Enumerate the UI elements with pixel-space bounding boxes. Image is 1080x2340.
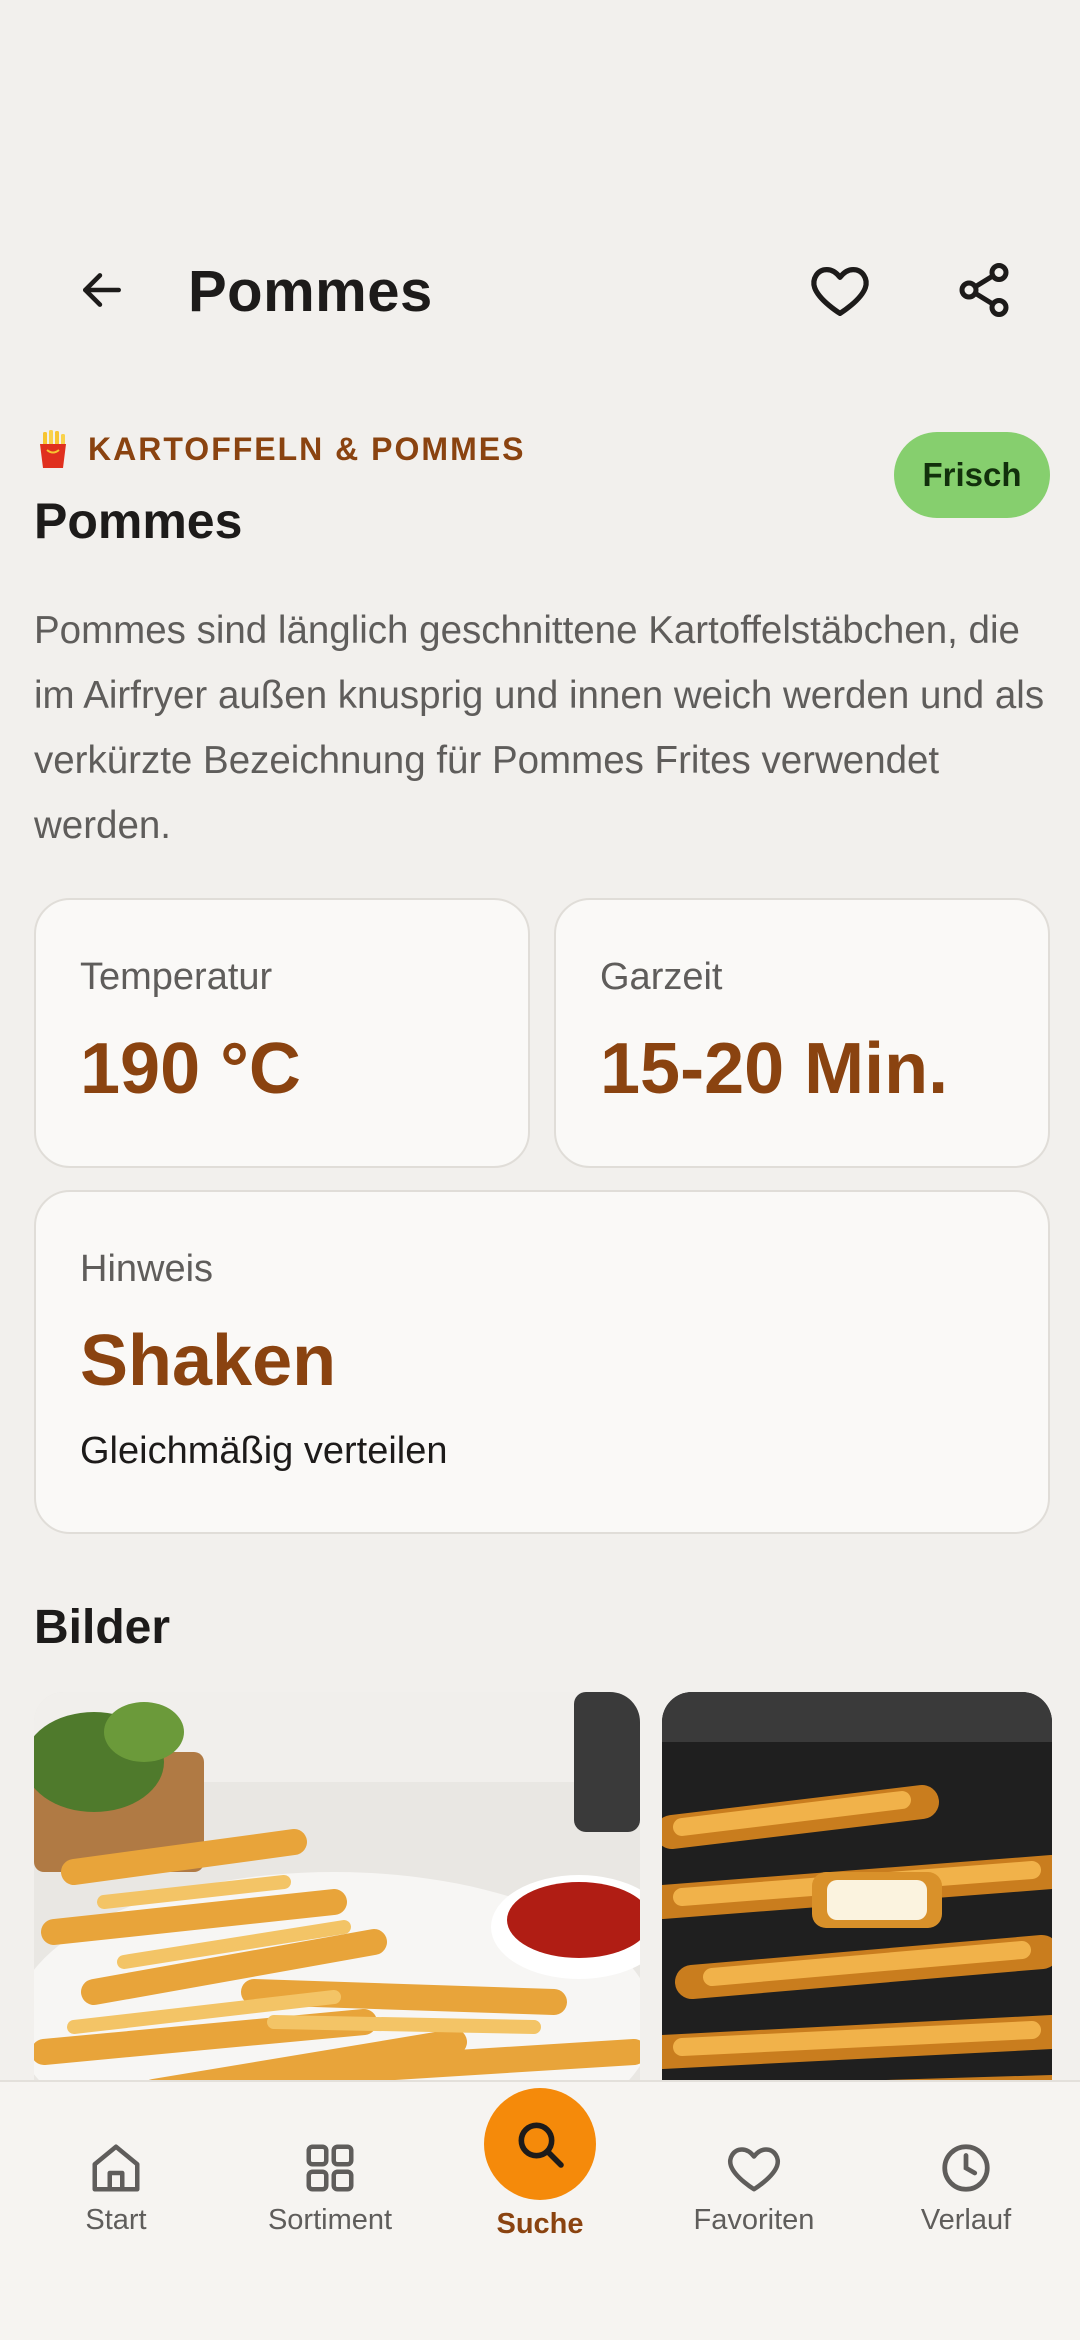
nav-item-favoriten[interactable]: Favoriten	[646, 2082, 862, 2340]
nav-item-suche[interactable]: Suche	[432, 2082, 648, 2340]
cooking-time-card: Garzeit 15-20 Min.	[554, 898, 1050, 1168]
hint-card: Hinweis Shaken Gleichmäßig verteilen	[34, 1190, 1050, 1534]
page-title: Pommes	[188, 259, 433, 324]
share-icon	[959, 263, 1009, 318]
search-button[interactable]	[484, 2088, 596, 2200]
temperature-card: Temperatur 190 °C	[34, 898, 530, 1168]
arrow-left-icon	[83, 273, 121, 307]
cooking-time-value: 15-20 Min.	[600, 1029, 949, 1109]
temperature-label: Temperatur	[80, 956, 273, 998]
back-button[interactable]	[52, 240, 152, 340]
clock-icon	[942, 2144, 990, 2192]
gallery-image-fries-plate[interactable]	[34, 1692, 640, 2112]
grid-icon	[306, 2144, 354, 2192]
product-description: Pommes sind länglich geschnittene Kartof…	[34, 609, 1045, 847]
share-button[interactable]	[934, 240, 1034, 340]
nav-item-sortiment[interactable]: Sortiment	[222, 2082, 438, 2340]
hint-label: Hinweis	[80, 1248, 214, 1290]
gallery-title: Bilder	[34, 1601, 171, 1654]
bottom-navigation: Start Sortiment Suche Favoriten Verlauf	[0, 2080, 1080, 2340]
product-title: Pommes	[34, 493, 243, 549]
nav-label-sortiment: Sortiment	[267, 2204, 393, 2236]
nav-label-start: Start	[85, 2204, 147, 2236]
top-app-bar: Pommes	[0, 240, 1080, 340]
heart-icon	[728, 2147, 780, 2192]
nav-item-start[interactable]: Start	[8, 2082, 224, 2340]
search-icon	[518, 2122, 564, 2168]
nav-label-suche: Suche	[496, 2208, 584, 2240]
nav-item-verlauf[interactable]: Verlauf	[858, 2082, 1074, 2340]
gallery-image-fries-closeup[interactable]	[662, 1692, 1052, 2112]
hint-subtext: Gleichmäßig verteilen	[80, 1430, 448, 1472]
hint-value: Shaken	[80, 1321, 337, 1401]
home-icon	[92, 2144, 140, 2192]
cooking-time-label: Garzeit	[600, 956, 723, 998]
page: Pommes KARTOFFELN & POMMES Frisch Pommes…	[0, 0, 1080, 2340]
category-row: KARTOFFELN & POMMES	[36, 430, 525, 468]
category-label: KARTOFFELN & POMMES	[88, 430, 526, 467]
favorite-button[interactable]	[790, 240, 890, 340]
nav-label-verlauf: Verlauf	[920, 2204, 1012, 2236]
nav-label-favoriten: Favoriten	[693, 2204, 815, 2236]
status-badge: Frisch	[894, 432, 1050, 518]
temperature-value: 190 °C	[80, 1029, 301, 1109]
heart-outline-icon	[811, 267, 869, 316]
fries-icon	[40, 430, 66, 468]
